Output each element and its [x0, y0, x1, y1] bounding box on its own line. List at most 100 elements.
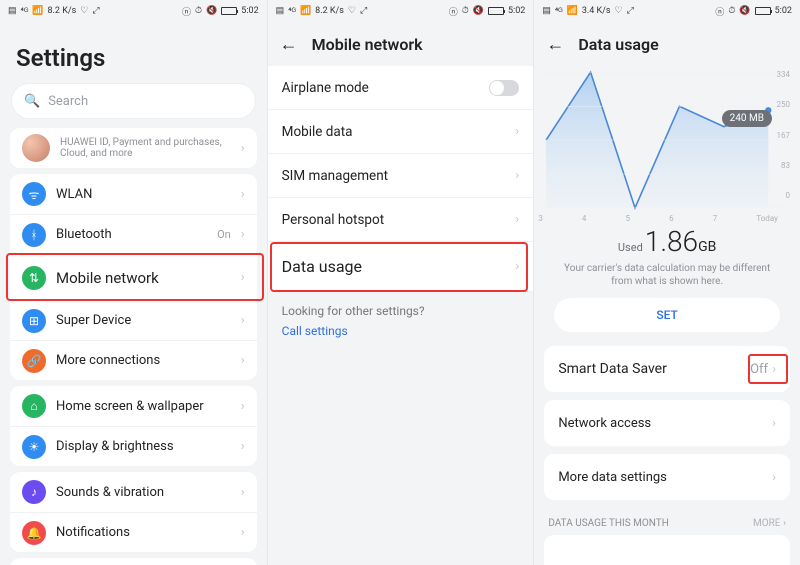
clock: 5:02 — [775, 6, 792, 16]
status-bar: ▤ ⁴ᴳ 📶 3.4 K/s ♡ ⤢ ⓝ ⏱ 🔇 5:02 — [534, 0, 800, 22]
signal-icon: 📶 — [32, 6, 43, 16]
display-label: Display & brightness — [56, 439, 231, 454]
more-data-settings-label: More data settings — [558, 470, 772, 485]
other-settings-tip: Looking for other settings? Call setting… — [268, 292, 534, 350]
battery-icon — [221, 7, 237, 15]
bluetooth-state: On — [217, 228, 231, 241]
home-screen-label: Home screen & wallpaper — [56, 399, 231, 414]
profile-row[interactable]: HUAWEI ID, Payment and purchases, Cloud,… — [10, 128, 257, 168]
lte-icon: ⁴ᴳ — [21, 6, 29, 17]
display-row[interactable]: ☀ Display & brightness › — [10, 426, 257, 466]
alarm-icon: ⏱ — [195, 6, 202, 16]
lte-icon: ⁴ᴳ — [288, 6, 296, 17]
chevron-right-icon: › — [515, 212, 519, 227]
mute-icon: 🔇 — [739, 6, 750, 16]
chevron-right-icon: › — [515, 259, 519, 274]
tip-text: Looking for other settings? — [282, 304, 520, 318]
data-usage-row[interactable]: Data usage › — [268, 242, 534, 292]
alarm-icon: ⏱ — [462, 6, 469, 16]
chevron-right-icon: › — [241, 353, 245, 368]
bluetooth-row[interactable]: ᚼ Bluetooth On › — [10, 214, 257, 254]
search-icon: 🔍 — [24, 94, 40, 109]
grid-icon: ⊞ — [22, 309, 46, 333]
notifications-label: Notifications — [56, 525, 231, 540]
hotspot-row[interactable]: Personal hotspot › — [268, 198, 534, 242]
alarm-icon: ⏱ — [728, 6, 735, 16]
bell-icon: 🔔 — [22, 521, 46, 545]
mobile-data-icon: ⇅ — [22, 266, 46, 290]
chevron-right-icon: › — [515, 168, 519, 183]
chevron-right-icon: › — [241, 525, 245, 540]
call-settings-link[interactable]: Call settings — [282, 324, 520, 338]
sounds-row[interactable]: ♪ Sounds & vibration › — [10, 472, 257, 512]
carrier-note: Your carrier's data calculation may be d… — [534, 258, 800, 298]
super-device-row[interactable]: ⊞ Super Device › — [10, 300, 257, 340]
signal-icon: 📶 — [300, 6, 311, 16]
set-button[interactable]: SET — [554, 298, 780, 332]
notifications-row[interactable]: 🔔 Notifications › — [10, 512, 257, 552]
chevron-right-icon: › — [241, 439, 245, 454]
network-access-row[interactable]: Network access › — [544, 400, 790, 446]
lte-icon: ⁴ᴳ — [555, 6, 563, 17]
heart-icon: ♡ — [615, 6, 623, 16]
airplane-mode-row[interactable]: Airplane mode — [268, 66, 534, 110]
clock: 5:02 — [241, 6, 258, 16]
clock: 5:02 — [508, 6, 525, 16]
y-axis-labels: 334 250 167 83 0 — [776, 70, 790, 200]
link-icon: 🔗 — [22, 349, 46, 373]
mobile-data-row[interactable]: Mobile data › — [268, 110, 534, 154]
chevron-right-icon: › — [241, 141, 245, 156]
network-access-label: Network access — [558, 416, 772, 431]
more-connections-row[interactable]: 🔗 More connections › — [10, 340, 257, 380]
search-input[interactable]: 🔍 Search — [12, 84, 255, 118]
data-usage-label: Data usage — [282, 257, 516, 276]
heart-icon: ♡ — [80, 6, 88, 16]
airplane-label: Airplane mode — [282, 80, 490, 96]
airplane-toggle[interactable] — [489, 80, 519, 96]
month-usage-card — [544, 535, 790, 565]
home-icon: ⌂ — [22, 394, 46, 418]
heart-icon: ♡ — [348, 6, 356, 16]
back-button[interactable]: ← — [546, 34, 564, 55]
chevron-right-icon: › — [772, 416, 776, 431]
chevron-right-icon: › — [241, 313, 245, 328]
sim-icon: ▤ — [276, 6, 285, 16]
sim-row[interactable]: SIM management › — [268, 154, 534, 198]
nfc-icon: ⓝ — [715, 5, 724, 18]
page-title: Settings — [0, 22, 267, 84]
netspeed: 8.2 K/s — [48, 6, 77, 16]
chevron-right-icon: › — [241, 485, 245, 500]
biometrics-row[interactable]: ☝ Biometrics & password › — [10, 558, 257, 565]
chevron-right-icon: › — [515, 124, 519, 139]
signal-icon: 📶 — [567, 6, 578, 16]
sounds-label: Sounds & vibration — [56, 485, 231, 500]
chevron-right-icon: › — [772, 470, 776, 485]
section-label: DATA USAGE THIS MONTH MORE › — [534, 508, 800, 535]
home-screen-row[interactable]: ⌂ Home screen & wallpaper › — [10, 386, 257, 426]
mute-icon: 🔇 — [473, 6, 484, 16]
cast-icon: ⤢ — [627, 6, 634, 16]
usage-badge: 240 MB — [722, 110, 772, 127]
used-total: Used1.86GB — [534, 225, 800, 258]
smart-saver-label: Smart Data Saver — [558, 361, 750, 377]
more-link[interactable]: MORE › — [753, 518, 786, 529]
netspeed: 8.2 K/s — [315, 6, 344, 16]
page-title: Mobile network — [312, 35, 423, 54]
smart-data-saver-row[interactable]: Smart Data Saver Off › — [544, 346, 790, 392]
battery-icon — [755, 7, 771, 15]
wlan-row[interactable]: ᯤ WLAN › — [10, 174, 257, 214]
chevron-right-icon: › — [241, 227, 245, 242]
mobile-network-row[interactable]: ⇅ Mobile network › — [10, 254, 257, 300]
settings-pane: ▤ ⁴ᴳ 📶 8.2 K/s ♡ ⤢ ⓝ ⏱ 🔇 5:02 Settings 🔍… — [0, 0, 267, 565]
cast-icon: ⤢ — [360, 6, 367, 16]
data-usage-pane: ▤ ⁴ᴳ 📶 3.4 K/s ♡ ⤢ ⓝ ⏱ 🔇 5:02 ← Data usa… — [533, 0, 800, 565]
battery-icon — [488, 7, 504, 15]
usage-chart: 334 250 167 83 0 240 MB — [544, 70, 790, 220]
sun-icon: ☀ — [22, 435, 46, 459]
more-connections-label: More connections — [56, 353, 231, 368]
back-button[interactable]: ← — [280, 34, 298, 55]
mobile-network-list: Airplane mode Mobile data › SIM manageme… — [268, 66, 534, 292]
status-bar: ▤ ⁴ᴳ 📶 8.2 K/s ♡ ⤢ ⓝ ⏱ 🔇 5:02 — [0, 0, 267, 22]
more-data-settings-row[interactable]: More data settings › — [544, 454, 790, 500]
profile-text: HUAWEI ID, Payment and purchases, Cloud,… — [60, 137, 231, 159]
